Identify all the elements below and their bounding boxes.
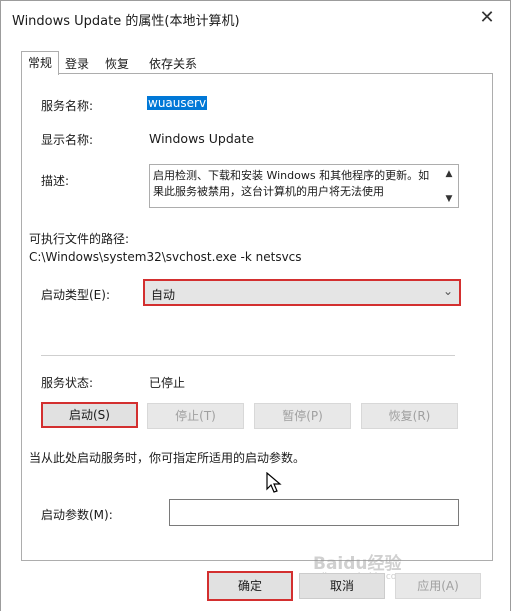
ok-button[interactable]: 确定	[207, 571, 293, 601]
startup-type-select[interactable]: 自动 ⌄	[143, 279, 461, 306]
description-label: 描述:	[41, 174, 70, 188]
close-button[interactable]: ✕	[464, 1, 510, 33]
description-box[interactable]: 启用检测、下载和安装 Windows 和其他程序的更新。如果此服务被禁用，这台计…	[149, 164, 459, 208]
start-button[interactable]: 启动(S)	[41, 402, 138, 428]
service-status-value: 已停止	[149, 376, 186, 390]
tab-general[interactable]: 常规	[21, 51, 59, 75]
scroll-up-icon[interactable]: ▲	[443, 168, 455, 180]
tab-logon[interactable]: 登录	[59, 55, 95, 73]
apply-button[interactable]: 应用(A)	[395, 573, 481, 599]
divider	[41, 355, 455, 356]
startup-type-value: 自动	[151, 288, 176, 302]
service-name-value[interactable]: wuauserv	[147, 96, 208, 110]
title-bar: Windows Update 的属性(本地计算机) ✕	[1, 1, 510, 35]
exe-path-value: C:\Windows\system32\svchost.exe -k netsv…	[29, 250, 302, 264]
watermark-brand: Baidu经验	[313, 554, 402, 574]
resume-button[interactable]: 恢复(R)	[361, 403, 458, 429]
properties-dialog: Windows Update 的属性(本地计算机) ✕ 常规 登录 恢复 依存关…	[0, 0, 511, 611]
display-name-value[interactable]: Windows Update	[149, 131, 254, 146]
start-params-input[interactable]	[169, 499, 459, 526]
pause-button[interactable]: 暂停(P)	[254, 403, 351, 429]
mouse-pointer-icon	[266, 472, 282, 493]
service-status-label: 服务状态:	[41, 376, 94, 390]
chevron-down-icon: ⌄	[442, 284, 453, 298]
startup-type-label: 启动类型(E):	[41, 288, 110, 302]
close-icon: ✕	[479, 6, 495, 28]
display-name-label: 显示名称:	[41, 133, 94, 147]
start-params-label: 启动参数(M):	[41, 508, 113, 522]
exe-path-label: 可执行文件的路径:	[29, 232, 130, 246]
stop-button[interactable]: 停止(T)	[147, 403, 244, 429]
description-text: 启用检测、下载和安装 Windows 和其他程序的更新。如果此服务被禁用，这台计…	[153, 169, 430, 198]
tab-dependencies[interactable]: 依存关系	[143, 55, 203, 73]
cancel-button[interactable]: 取消	[299, 573, 385, 599]
service-name-text: wuauserv	[147, 96, 208, 110]
window-title: Windows Update 的属性(本地计算机)	[12, 14, 240, 29]
tab-recovery[interactable]: 恢复	[99, 55, 135, 73]
scroll-down-icon[interactable]: ▼	[443, 193, 455, 205]
service-name-label: 服务名称:	[41, 99, 94, 113]
start-params-hint: 当从此处启动服务时，你可指定所适用的启动参数。	[29, 451, 306, 465]
